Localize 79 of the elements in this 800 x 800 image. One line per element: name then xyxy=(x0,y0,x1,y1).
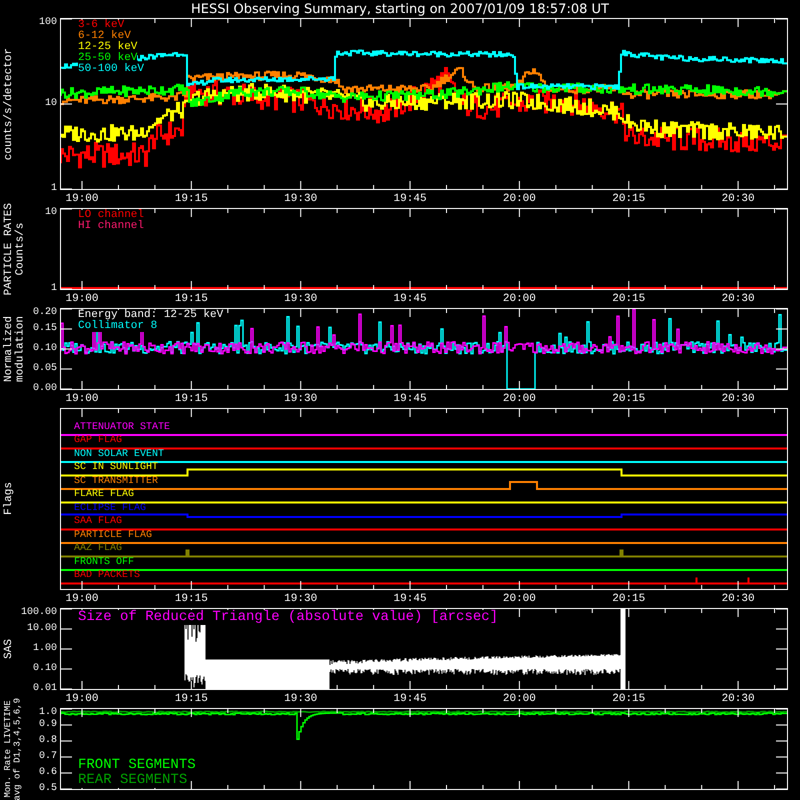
y-tick-label: 10 xyxy=(44,208,57,218)
x-tick-label: 19:30 xyxy=(284,393,318,405)
x-tick-label: 19:30 xyxy=(284,593,318,605)
y-tick-label: 1.00 xyxy=(32,644,57,654)
x-tick-label: 20:00 xyxy=(502,393,536,405)
y-tick-label: 1 xyxy=(50,284,57,294)
x-tick-label: 20:15 xyxy=(612,193,646,205)
y-tick-label: 1 xyxy=(50,184,57,194)
y-tick-label: 0.9 xyxy=(38,720,57,730)
x-tick-label: 20:30 xyxy=(722,293,755,305)
x-tick-label: 20:30 xyxy=(722,193,755,205)
x-tick-label: 19:15 xyxy=(174,693,208,705)
flag-label: SC IN SUNLIGHT xyxy=(74,463,158,473)
x-tick-label: 20:00 xyxy=(502,293,536,305)
y-axis-label: Flags xyxy=(4,482,16,516)
flag-label: PARTICLE FLAG xyxy=(74,530,152,540)
x-tick-label: 20:15 xyxy=(612,393,646,405)
legend-label: Size of Reduced Triangle (absolute value) [arcsec] xyxy=(78,610,498,625)
y-tick-label: 10 xyxy=(44,99,57,109)
x-tick-label: 19:00 xyxy=(66,193,98,205)
y-axis-label: Normalized modulation xyxy=(4,316,28,382)
x-tick-label: 20:00 xyxy=(502,693,536,705)
legend-label: Collimator 8 xyxy=(78,321,158,332)
y-tick-label: 0.5 xyxy=(38,784,57,794)
flag-label: BAD PACKETS xyxy=(74,571,140,581)
x-tick-label: 19:15 xyxy=(174,593,208,605)
y-tick-label: 100.00 xyxy=(20,608,57,618)
x-tick-label: 19:00 xyxy=(66,693,98,705)
y-tick-label: 0.10 xyxy=(32,344,57,354)
flag-label: SAA FLAG xyxy=(74,517,122,527)
y-tick-label: 0.20 xyxy=(32,308,57,318)
x-tick-label: 19:15 xyxy=(174,193,208,205)
y-tick-label: 0.05 xyxy=(32,364,57,374)
flag-label: GAP FLAG xyxy=(74,436,122,446)
y-axis-label: counts/s/detector xyxy=(4,48,16,160)
x-tick-label: 19:45 xyxy=(394,393,427,405)
y-axis-label: SAS xyxy=(4,639,16,659)
x-tick-label: 20:30 xyxy=(722,693,755,705)
flag-label: ATTENUATOR STATE xyxy=(74,422,170,432)
flag-label: NON SOLAR EVENT xyxy=(74,450,164,460)
x-tick-label: 19:15 xyxy=(174,293,208,305)
y-tick-label: 1.0 xyxy=(38,708,57,718)
x-tick-label: 19:30 xyxy=(284,193,318,205)
y-tick-label: 100 xyxy=(38,18,57,28)
y-tick-label: 0.01 xyxy=(32,684,57,694)
y-tick-label: 0.15 xyxy=(32,324,57,334)
x-tick-label: 19:45 xyxy=(394,693,427,705)
y-axis-label: PARTICLE RATES Counts/s xyxy=(4,202,28,296)
flag-label: AAZ FLAG xyxy=(74,544,122,554)
flag-label: FLARE FLAG xyxy=(74,490,134,500)
chart-title: HESSI Observing Summary, starting on 2007/01/09 18:57:08 UT xyxy=(190,0,610,18)
x-tick-label: 20:15 xyxy=(612,693,646,705)
x-tick-label: 20:30 xyxy=(722,593,755,605)
x-tick-label: 20:00 xyxy=(502,593,536,605)
x-tick-label: 20:00 xyxy=(502,193,536,205)
y-tick-label: 0.00 xyxy=(32,384,57,394)
x-tick-label: 19:45 xyxy=(394,293,427,305)
flag-label: SC TRANSMITTER xyxy=(74,476,158,486)
x-tick-label: 19:30 xyxy=(284,693,318,705)
x-tick-label: 19:45 xyxy=(394,593,427,605)
flag-label: FRONTS OFF xyxy=(74,558,134,568)
x-tick-label: 19:15 xyxy=(174,393,208,405)
x-tick-label: 19:00 xyxy=(66,293,98,305)
y-axis-label: Mon. Rate LIVETIME avg of D1,3,4,5,6,9 xyxy=(4,698,23,800)
legend-label: Energy band: 12-25 keV xyxy=(78,310,224,321)
x-tick-label: 20:15 xyxy=(612,293,646,305)
x-tick-label: 19:30 xyxy=(284,293,318,305)
y-tick-label: 0.6 xyxy=(38,768,57,778)
flag-label: ECLIPSE FLAG xyxy=(74,504,146,514)
x-tick-label: 19:00 xyxy=(66,593,98,605)
y-tick-label: 10.00 xyxy=(26,624,57,634)
y-tick-label: 0.7 xyxy=(38,752,57,762)
x-tick-label: 19:45 xyxy=(394,193,427,205)
y-tick-label: 0.10 xyxy=(32,664,57,674)
x-tick-label: 20:30 xyxy=(722,393,755,405)
x-tick-label: 19:00 xyxy=(66,393,98,405)
x-tick-label: 20:15 xyxy=(612,593,646,605)
y-tick-label: 0.8 xyxy=(38,736,57,746)
legend-label: REAR SEGMENTS xyxy=(78,773,188,788)
